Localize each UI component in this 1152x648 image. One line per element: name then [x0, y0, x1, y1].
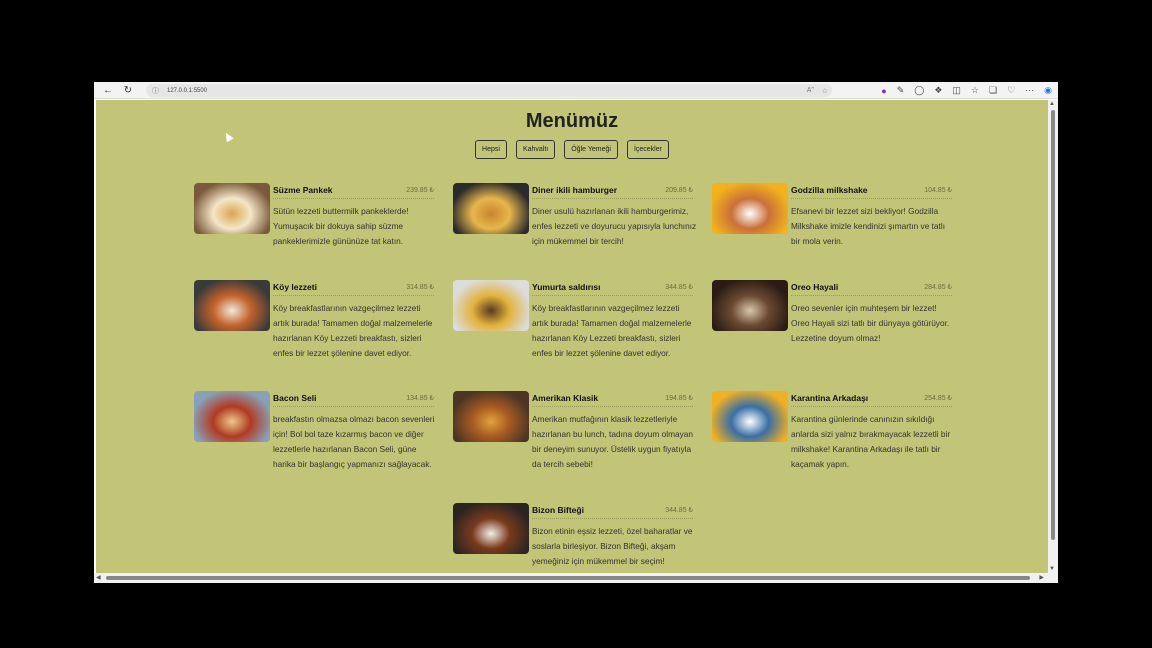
filter-lunch-button[interactable]: Öğle Yemeği — [564, 140, 618, 159]
browser-window: ← ↻ ⓘ 127.0.0.1:5500 A” ☆ ● ✎ ◯ ❖ ◫ ☆ ❏ … — [94, 82, 1058, 583]
favorite-star-icon[interactable]: ☆ — [822, 87, 828, 95]
scrollbar-thumb[interactable] — [106, 576, 1030, 580]
extension-icon[interactable]: ● — [881, 86, 886, 96]
menu-item-name: Süzme Pankek — [273, 185, 333, 195]
info-icon[interactable]: ⓘ — [152, 86, 159, 96]
menu-item-image — [453, 280, 529, 331]
menu-item-image — [712, 391, 788, 442]
menu-item-price: 284.85 ₺ — [924, 284, 952, 291]
menu-item-price: 344.85 ₺ — [665, 507, 693, 514]
menu-item-price: 194.85 ₺ — [665, 395, 693, 402]
browser-toolbar: ← ↻ ⓘ 127.0.0.1:5500 A” ☆ ● ✎ ◯ ❖ ◫ ☆ ❏ … — [94, 82, 1058, 99]
scroll-up-icon[interactable]: ▲ — [1049, 101, 1055, 107]
scroll-right-icon[interactable]: ▶ — [1039, 574, 1044, 581]
menu-item-image — [712, 183, 788, 234]
performance-icon[interactable]: ♡ — [1007, 85, 1015, 96]
menu-item-name: Oreo Hayali — [791, 282, 839, 292]
filter-bar: Hepsi Kahvaltı Öğle Yemeği İçecekler — [96, 140, 1048, 159]
menu-item-description: Diner usulü hazırlanan ikili hamburgerim… — [532, 206, 697, 246]
favorites-icon[interactable]: ☆ — [971, 85, 979, 96]
menu-item-price: 344.85 ₺ — [665, 284, 693, 291]
horizontal-scrollbar[interactable]: ◀ ▶ — [94, 573, 1058, 583]
split-screen-icon[interactable]: ◫ — [952, 85, 961, 96]
menu-item-image — [194, 183, 270, 234]
divider — [273, 295, 434, 296]
filter-drinks-button[interactable]: İçecekler — [626, 140, 669, 159]
menu-item-price: 239.85 ₺ — [406, 187, 434, 194]
scroll-left-icon[interactable]: ◀ — [96, 574, 101, 581]
divider — [791, 406, 952, 407]
menu-item-image — [712, 280, 788, 331]
divider — [791, 198, 952, 199]
menu-item-image — [453, 503, 529, 554]
divider — [532, 198, 693, 199]
menu-item-description: Sütün lezzeti buttermilk pankeklerde! Yu… — [273, 206, 409, 246]
divider — [532, 295, 693, 296]
divider — [273, 406, 434, 407]
filter-breakfast-button[interactable]: Kahvaltı — [515, 140, 556, 159]
url-text: 127.0.0.1:5500 — [167, 87, 208, 94]
menu-item-description: Oreo sevenler için muhteşem bir lezzet! … — [791, 303, 950, 343]
shield-icon[interactable]: ◯ — [914, 85, 924, 96]
divider — [532, 406, 693, 407]
refresh-icon[interactable]: ↻ — [118, 82, 138, 99]
vertical-scrollbar[interactable]: ▲ ▼ — [1048, 100, 1058, 573]
pen-icon[interactable]: ✎ — [897, 85, 905, 96]
menu-item-description: breakfastın olmazsa olmazı bacon sevenle… — [273, 414, 435, 469]
puzzle-icon[interactable]: ❖ — [934, 85, 942, 96]
menu-item-name: Amerikan Klasik — [532, 393, 599, 403]
menu-item-description: Köy breakfastlarının vazgeçilmez lezzeti… — [273, 303, 433, 358]
menu-item-description: Bizon etinin eşsiz lezzeti, özel baharat… — [532, 526, 693, 566]
scrollbar-thumb[interactable] — [1051, 110, 1055, 540]
menu-item-name: Diner ikili hamburger — [532, 185, 618, 195]
divider — [273, 198, 434, 199]
menu-item-description: Amerikan mutfağının klasik lezzetleriyle… — [532, 414, 693, 469]
address-bar[interactable]: ⓘ 127.0.0.1:5500 A” ☆ — [146, 84, 832, 97]
menu-item-name: Bizon Bifteği — [532, 505, 584, 515]
back-arrow-icon[interactable]: ← — [98, 82, 118, 99]
more-icon[interactable]: ⋯ — [1025, 85, 1034, 96]
read-aloud-icon[interactable]: A” — [807, 87, 814, 94]
menu-item-image — [194, 280, 270, 331]
copilot-icon[interactable]: ◉ — [1044, 85, 1052, 96]
page-title: Menümüz — [525, 110, 619, 132]
menu-item-description: Köy breakfastlarının vazgeçilmez lezzeti… — [532, 303, 692, 358]
menu-item-price: 104.85 ₺ — [924, 187, 952, 194]
divider — [791, 295, 952, 296]
menu-item-name: Bacon Seli — [273, 393, 317, 403]
menu-item-name: Köy lezzeti — [273, 282, 317, 292]
menu-item-price: 254.85 ₺ — [924, 395, 952, 402]
divider — [532, 518, 693, 519]
menu-item-price: 209.85 ₺ — [665, 187, 693, 194]
menu-item-price: 134.85 ₺ — [406, 395, 434, 402]
menu-item-name: Karantina Arkadaşı — [791, 393, 869, 403]
menu-item-description: Karantina günlerinde canınızın sıkıldığı… — [791, 414, 951, 469]
menu-item-description: Efsanevi bir lezzet sizi bekliyor! Godzi… — [791, 206, 946, 246]
collections-icon[interactable]: ❏ — [989, 85, 997, 96]
filter-all-button[interactable]: Hepsi — [475, 140, 507, 159]
page-viewport: Menümüz Hepsi Kahvaltı Öğle Yemeği İçece… — [96, 100, 1048, 573]
menu-item-image — [453, 183, 529, 234]
menu-item-name: Godzilla milkshake — [791, 185, 868, 195]
menu-item-image — [453, 391, 529, 442]
menu-item-price: 314.85 ₺ — [406, 284, 434, 291]
scroll-down-icon[interactable]: ▼ — [1049, 566, 1055, 572]
menu-item-image — [194, 391, 270, 442]
extensions-bar: ● ✎ ◯ ❖ ◫ ☆ ❏ ♡ ⋯ ◉ — [881, 82, 1052, 99]
menu-item-name: Yumurta saldırısı — [532, 282, 601, 292]
